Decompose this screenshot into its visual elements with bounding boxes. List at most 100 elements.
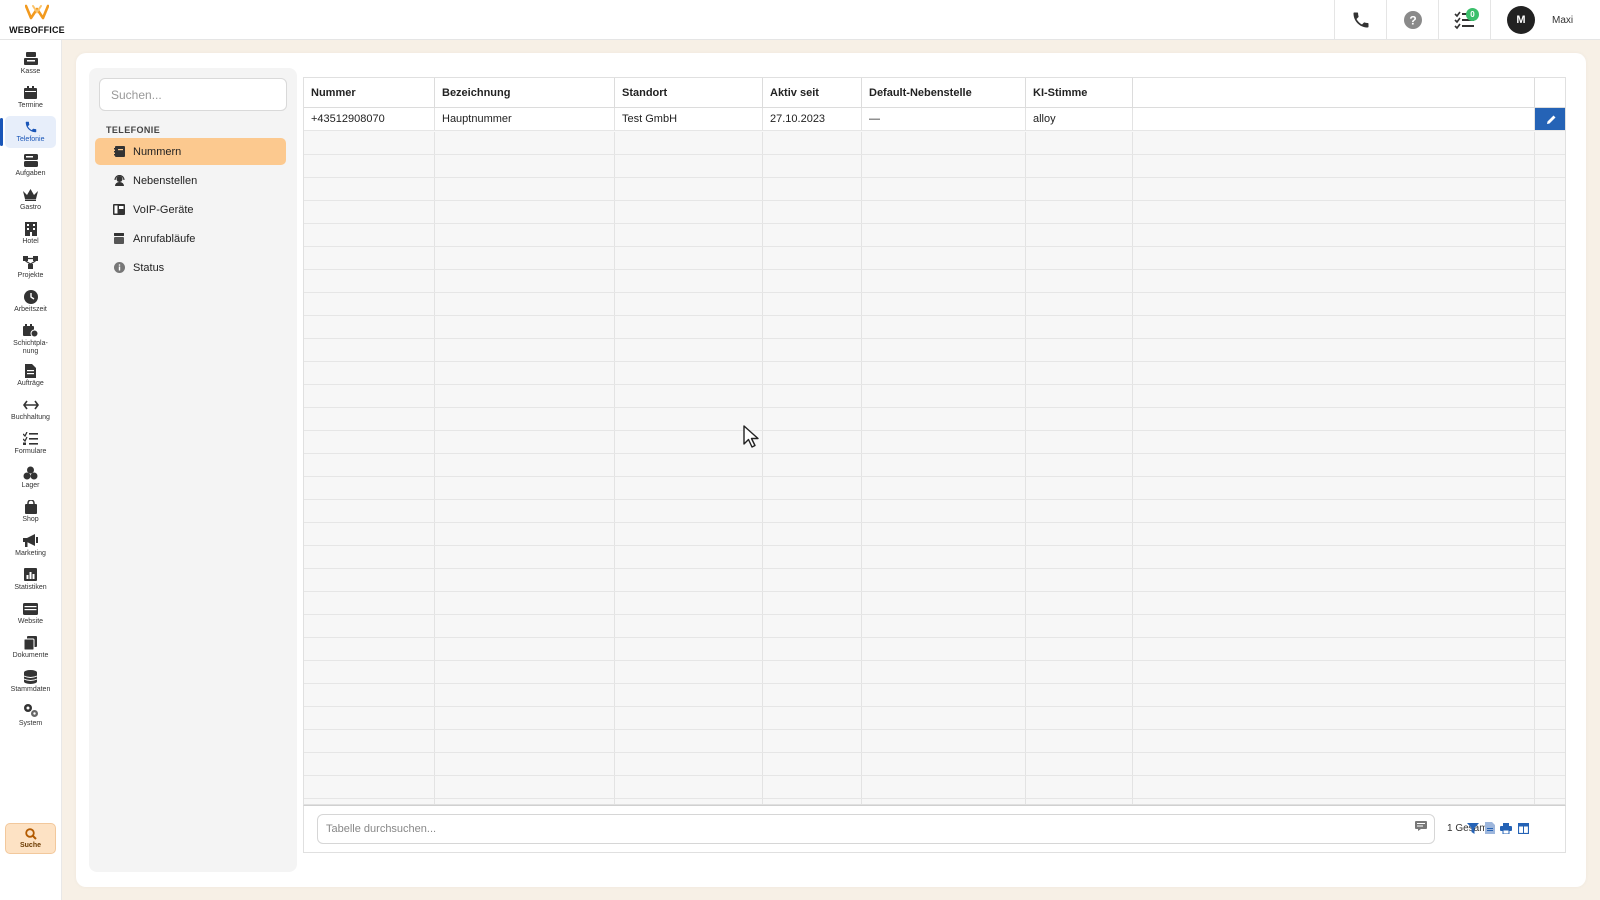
empty-cell [1026,592,1133,614]
table-search-input[interactable] [317,814,1435,844]
empty-cell [435,362,615,384]
nav-item-arbeitszeit[interactable]: Arbeitszeit [5,286,56,318]
subnav-item-nummern[interactable]: Nummern [95,138,286,165]
pencil-icon [1546,115,1555,124]
nav-item-system[interactable]: System [5,700,56,732]
empty-cell [1535,408,1565,430]
empty-cell [1133,730,1535,752]
edit-row-button[interactable] [1535,108,1565,130]
nav-item-marketing[interactable]: Marketing [5,530,56,562]
empty-cell [1535,661,1565,683]
headset-icon [113,175,125,186]
empty-cell [1133,339,1535,361]
empty-cell [615,523,763,545]
nav-item-kasse[interactable]: Kasse [5,48,56,80]
empty-cell [1133,615,1535,637]
empty-cell [1026,684,1133,706]
tasks-button[interactable]: 0 [1438,0,1490,40]
voip-phone-icon [113,204,125,215]
empty-table-row [304,339,1565,362]
empty-cell [1026,776,1133,798]
print-button[interactable] [1500,822,1512,834]
empty-cell [1133,776,1535,798]
nav-label: Formulare [14,448,47,455]
nav-item-website[interactable]: Website [5,598,56,630]
empty-cell [304,316,435,338]
subnav-item-voip-geraete[interactable]: VoIP-Geräte [95,196,286,223]
subnav-item-status[interactable]: Status [95,254,286,281]
nav-item-stammdaten[interactable]: Stammdaten [5,666,56,698]
nav-item-hotel[interactable]: Hotel [5,218,56,250]
nav-item-aufgaben[interactable]: Aufgaben [5,150,56,182]
help-button[interactable]: ? [1386,0,1438,40]
tasks-icon [23,154,38,167]
empty-cell [1535,707,1565,729]
table-footer: 1 Gesamt [303,805,1566,853]
column-header-bezeichnung[interactable]: Bezeichnung [435,78,615,108]
export-button[interactable] [1484,822,1496,834]
empty-cell [1535,546,1565,568]
empty-table-row [304,132,1565,155]
nav-item-termine[interactable]: Termine [5,82,56,114]
empty-cell [615,316,763,338]
empty-cell [304,638,435,660]
column-header-standort[interactable]: Standort [615,78,763,108]
nav-item-projekte[interactable]: Projekte [5,252,56,284]
nav-item-formulare[interactable]: Formulare [5,428,56,460]
subnav-item-anrufablaeufe[interactable]: Anrufabläufe [95,225,286,252]
filter-button[interactable] [1467,822,1479,834]
phone-button[interactable] [1334,0,1386,40]
empty-cell [1133,477,1535,499]
empty-cell [435,224,615,246]
nav-item-gastro[interactable]: Gastro [5,184,56,216]
nav-item-auftraege[interactable]: Aufträge [5,360,56,392]
global-search-button[interactable]: Suche [5,823,56,854]
shift-icon [23,324,38,337]
empty-table-row [304,224,1565,247]
empty-table-row [304,753,1565,776]
nav-label: Aufgaben [15,170,46,177]
nav-item-lager[interactable]: Lager [5,462,56,494]
empty-table-row [304,730,1565,753]
empty-table-row [304,201,1565,224]
empty-cell [435,500,615,522]
column-header-default-nebenstelle[interactable]: Default-Nebenstelle [862,78,1026,108]
empty-cell [763,707,862,729]
table-row[interactable]: +43512908070 Hauptnummer Test GmbH 27.10… [304,108,1565,131]
nav-item-schichtplanung[interactable]: Schichtpla- nung [5,320,56,358]
nav-item-buchhaltung[interactable]: Buchhaltung [5,394,56,426]
column-header-nummer[interactable]: Nummer [304,78,435,108]
nav-label: Gastro [19,204,41,211]
cell-default-nebenstelle: — [862,108,1026,130]
weboffice-logo[interactable]: WEBOFFICE [6,4,68,36]
empty-cell [1535,155,1565,177]
subnav-search-input[interactable] [99,78,287,111]
nav-label: Statistiken [14,584,47,591]
user-menu[interactable]: M Maxi [1490,0,1600,40]
column-header-aktiv-seit[interactable]: Aktiv seit [763,78,862,108]
subnav-item-label: Status [133,261,165,274]
columns-button[interactable] [1517,822,1529,834]
boxes-icon [23,466,38,479]
empty-cell [763,477,862,499]
empty-cell [1535,316,1565,338]
empty-cell [1026,431,1133,453]
empty-table-row [304,477,1565,500]
empty-table-row [304,523,1565,546]
empty-cell [615,247,763,269]
subnav-item-nebenstellen[interactable]: Nebenstellen [95,167,286,194]
bag-icon [24,499,37,514]
comment-icon[interactable] [1415,821,1427,831]
empty-table-row [304,155,1565,178]
empty-cell [862,684,1026,706]
empty-cell [1133,316,1535,338]
nav-item-shop[interactable]: Shop [5,496,56,528]
empty-cell [615,546,763,568]
empty-cell [615,661,763,683]
column-header-ki-stimme[interactable]: KI-Stimme [1026,78,1133,108]
nav-item-telefonie[interactable]: Telefonie [0,116,56,148]
nav-item-statistiken[interactable]: Statistiken [5,564,56,596]
nav-item-dokumente[interactable]: Dokumente [5,632,56,664]
empty-cell [862,293,1026,315]
subnav-section-title: TELEFONIE [106,125,161,135]
